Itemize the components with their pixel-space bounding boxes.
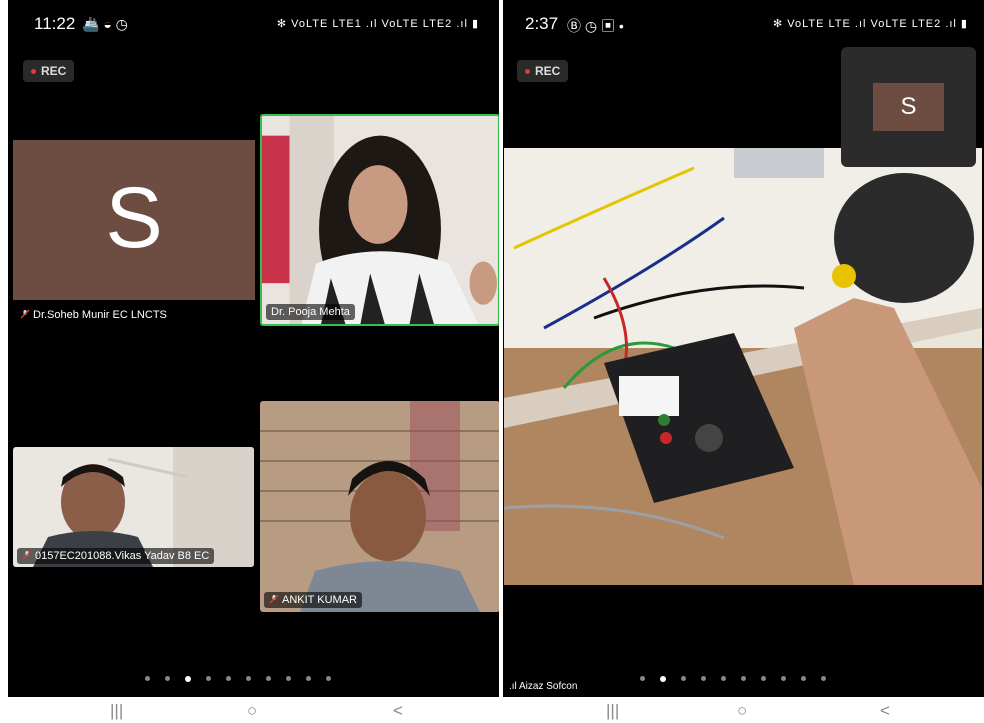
- home-button[interactable]: ○: [737, 701, 747, 721]
- home-button[interactable]: ○: [247, 701, 257, 721]
- participant-name-ankit: ANKIT KUMAR: [264, 592, 362, 608]
- main-video-feed[interactable]: [504, 148, 982, 585]
- mic-muted-icon: [269, 594, 279, 604]
- left-phone-screen: 11:22 🚢 ◒ ◷ ✻ VoLTE LTE1 .ıl VoLTE LTE2 …: [8, 0, 499, 697]
- back-button[interactable]: <: [880, 701, 890, 721]
- rec-dot-icon: [525, 69, 530, 75]
- participant-name-pooja: Dr. Pooja Mehta: [266, 304, 355, 320]
- status-icons: ✻ VoLTE LTE1 .ıl VoLTE LTE2 .ıl ▮: [276, 18, 479, 30]
- participant-tile-pooja[interactable]: Dr. Pooja Mehta: [260, 114, 499, 326]
- rec-label: REC: [535, 64, 561, 78]
- status-time: 2:37: [525, 14, 559, 33]
- avatar-letter: S: [105, 170, 163, 266]
- notification-icons: Ⓑ ◷ ▣ •: [567, 18, 624, 34]
- notification-icons: 🚢 ◒ ◷: [82, 16, 128, 32]
- participant-name-soheb: Dr.Soheb Munir EC LNCTS: [20, 309, 167, 321]
- status-time: 11:22: [34, 14, 76, 33]
- video-feed-motor-experiment: [504, 148, 982, 585]
- rec-dot-icon: [31, 69, 36, 75]
- page-indicator[interactable]: [145, 676, 331, 682]
- participant-tile-ankit[interactable]: ANKIT KUMAR: [260, 401, 499, 612]
- page-indicator[interactable]: [640, 676, 826, 682]
- system-nav-bar: ||| ○ < ||| ○ <: [0, 697, 984, 723]
- self-avatar: S: [873, 83, 944, 131]
- back-button[interactable]: <: [393, 701, 403, 721]
- self-view-tile[interactable]: S: [841, 47, 976, 167]
- rec-indicator[interactable]: REC: [23, 60, 75, 82]
- recents-button[interactable]: |||: [606, 701, 619, 721]
- rec-indicator[interactable]: REC: [517, 60, 569, 82]
- mic-muted-icon: [20, 309, 30, 319]
- status-icons: ✻ VoLTE LTE .ıl VoLTE LTE2 .ıl ▮: [772, 18, 968, 30]
- signal-icon: .ıl: [509, 681, 517, 692]
- participant-tile-soheb[interactable]: S: [13, 140, 255, 300]
- participant-tile-vikas[interactable]: 0157EC201088.Vikas Yadav B8 EC: [13, 447, 254, 567]
- rec-label: REC: [41, 64, 67, 78]
- video-feed-pooja: [262, 116, 498, 324]
- mic-muted-icon: [22, 550, 32, 560]
- recents-button[interactable]: |||: [110, 701, 123, 721]
- video-feed-ankit: [260, 401, 499, 612]
- participant-name-vikas: 0157EC201088.Vikas Yadav B8 EC: [17, 548, 215, 564]
- right-phone-screen: 2:37 Ⓑ ◷ ▣ • ✻ VoLTE LTE .ıl VoLTE LTE2 …: [503, 0, 984, 697]
- main-video-name: .ıl Aizaz Sofcon: [509, 681, 578, 692]
